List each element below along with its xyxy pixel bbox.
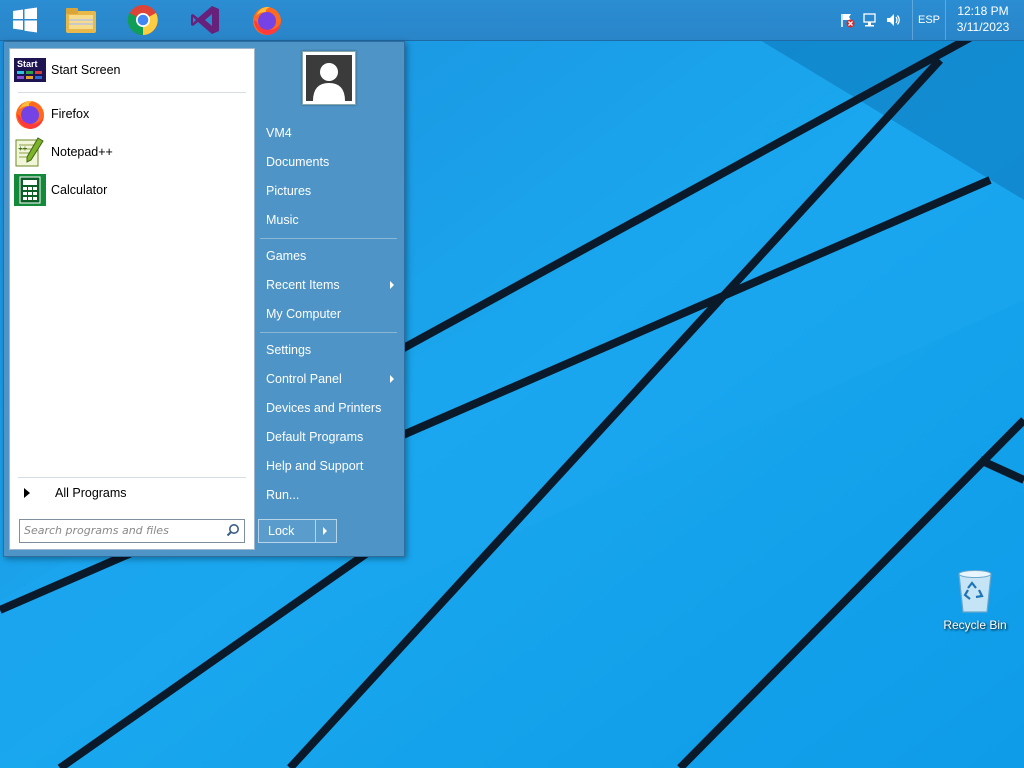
clock[interactable]: 12:18 PM 3/11/2023	[946, 3, 1020, 35]
network-icon[interactable]	[862, 12, 878, 28]
firefox-icon	[16, 100, 44, 129]
menu-item-games[interactable]: Games	[261, 243, 397, 269]
program-label: Firefox	[51, 107, 90, 121]
firefox-icon	[253, 6, 281, 35]
windows-logo-icon	[13, 7, 37, 33]
menu-item-recent-items[interactable]: Recent Items	[261, 272, 397, 298]
triangle-right-icon	[24, 488, 30, 498]
menu-item-pictures[interactable]: Pictures	[261, 178, 397, 204]
start-button[interactable]	[0, 2, 50, 38]
menu-item-label: Games	[266, 249, 307, 263]
file-explorer-icon	[66, 8, 96, 33]
program-start-screen[interactable]: Start Start Screen	[14, 53, 250, 87]
search-box[interactable]	[19, 519, 245, 543]
start-menu-programs-pane: Start Start Screen Firefox ++ Notepad++ …	[9, 48, 255, 550]
menu-item-label: My Computer	[266, 307, 342, 321]
menu-item-label: Settings	[266, 343, 312, 357]
menu-item-control-panel[interactable]: Control Panel	[261, 366, 397, 392]
menu-item-run[interactable]: Run...	[261, 482, 397, 508]
program-label: Notepad++	[51, 145, 113, 159]
svg-text:++: ++	[18, 144, 28, 153]
menu-item-settings[interactable]: Settings	[261, 337, 397, 363]
visual-studio-icon	[191, 6, 219, 34]
volume-icon[interactable]	[885, 12, 901, 28]
menu-item-label: VM4	[266, 126, 292, 140]
program-notepadpp[interactable]: ++ Notepad++	[14, 135, 250, 169]
notepadpp-icon: ++	[15, 137, 44, 167]
menu-item-label: Devices and Printers	[266, 401, 382, 415]
menu-item-label: Pictures	[266, 184, 312, 198]
clock-time: 12:18 PM	[957, 4, 1009, 18]
menu-item-label: Run...	[266, 488, 300, 502]
user-avatar[interactable]	[302, 51, 356, 105]
all-programs-label: All Programs	[55, 486, 127, 500]
program-firefox[interactable]: Firefox	[14, 97, 250, 131]
menu-item-documents[interactable]: Documents	[261, 149, 397, 175]
menu-separator	[260, 238, 397, 239]
menu-item-label: Help and Support	[266, 459, 364, 473]
menu-item-devices-and-printers[interactable]: Devices and Printers	[261, 395, 397, 421]
svg-text:Start: Start	[17, 59, 38, 69]
menu-item-label: Documents	[266, 155, 330, 169]
desktop-icon-recycle-bin[interactable]: Recycle Bin	[940, 568, 1010, 638]
taskbar-chrome[interactable]	[118, 2, 168, 38]
program-calculator[interactable]: Calculator	[14, 173, 250, 207]
lock-label: Lock	[268, 524, 295, 538]
programs-separator	[18, 92, 246, 93]
menu-item-help-and-support[interactable]: Help and Support	[261, 453, 397, 479]
lock-button[interactable]: Lock	[258, 519, 337, 543]
start-screen-icon: Start	[14, 58, 46, 82]
all-programs-separator	[18, 477, 246, 478]
chrome-icon	[127, 5, 158, 36]
search-input[interactable]	[24, 522, 220, 538]
all-programs-button[interactable]: All Programs	[14, 482, 250, 504]
menu-item-vm4[interactable]: VM4	[261, 120, 397, 146]
menu-item-music[interactable]: Music	[261, 207, 397, 233]
taskbar: ESP 12:18 PM 3/11/2023	[0, 0, 1024, 41]
taskbar-file-explorer[interactable]	[56, 2, 106, 38]
recycle-bin-label: Recycle Bin	[943, 618, 1007, 632]
start-menu: Start Start Screen Firefox ++ Notepad++ …	[3, 41, 405, 557]
power-options-button[interactable]	[315, 520, 336, 542]
program-label: Start Screen	[51, 63, 121, 77]
clock-date: 3/11/2023	[956, 20, 1010, 34]
menu-item-default-programs[interactable]: Default Programs	[261, 424, 397, 450]
user-icon	[306, 55, 352, 101]
submenu-arrow-icon	[390, 375, 394, 383]
language-label: ESP	[917, 14, 940, 26]
chevron-right-icon	[323, 527, 327, 535]
action-center-flag-icon[interactable]	[839, 12, 855, 28]
taskbar-visual-studio[interactable]	[180, 2, 230, 38]
menu-item-my-computer[interactable]: My Computer	[261, 301, 397, 327]
program-label: Calculator	[51, 183, 108, 197]
taskbar-firefox[interactable]	[242, 2, 292, 38]
submenu-arrow-icon	[390, 281, 394, 289]
menu-item-label: Music	[266, 213, 299, 227]
menu-item-label: Recent Items	[266, 278, 340, 292]
menu-item-label: Control Panel	[266, 372, 342, 386]
menu-separator	[260, 332, 397, 333]
calculator-icon	[14, 174, 46, 206]
search-icon[interactable]	[226, 523, 240, 537]
language-indicator[interactable]: ESP	[912, 0, 946, 40]
recycle-bin-icon	[958, 570, 992, 613]
menu-item-label: Default Programs	[266, 430, 364, 444]
